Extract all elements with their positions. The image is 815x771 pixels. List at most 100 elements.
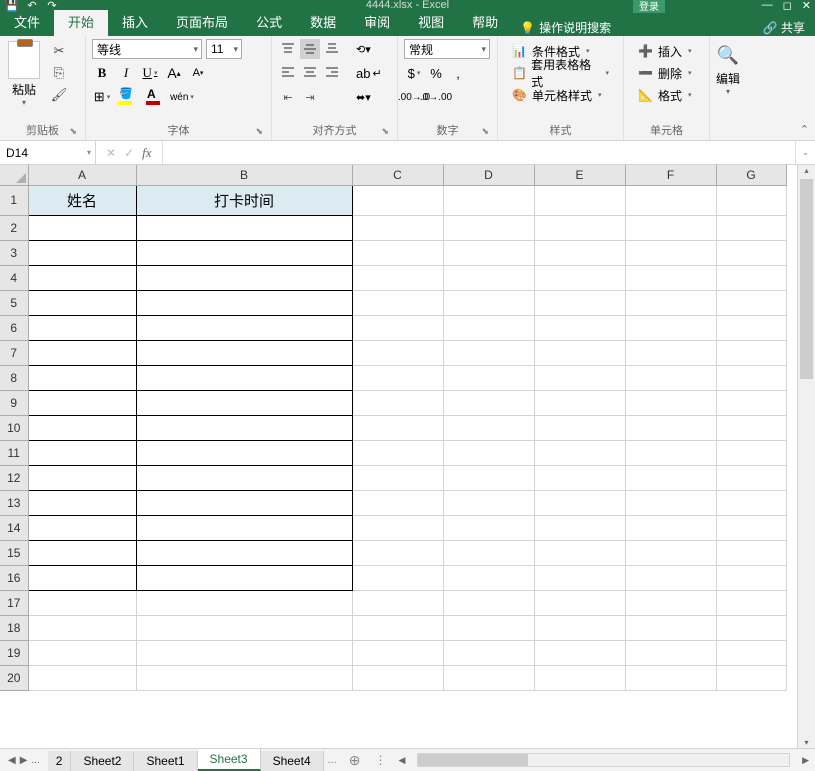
undo-icon[interactable]: ↶ <box>24 0 40 13</box>
orientation-button[interactable]: ⟲▾ <box>352 39 386 59</box>
cell-E5[interactable] <box>534 290 625 315</box>
cell-A7[interactable] <box>28 340 136 365</box>
vertical-scrollbar[interactable] <box>797 165 815 748</box>
cell-A16[interactable] <box>28 565 136 590</box>
cell-F10[interactable] <box>625 415 716 440</box>
cell-A6[interactable] <box>28 315 136 340</box>
cell-F12[interactable] <box>625 465 716 490</box>
cell-A14[interactable] <box>28 515 136 540</box>
decrease-font-button[interactable]: A▾ <box>188 63 208 83</box>
cell-B11[interactable] <box>136 440 352 465</box>
cell-E1[interactable] <box>534 185 625 215</box>
cell-C18[interactable] <box>352 615 443 640</box>
col-header-F[interactable]: F <box>625 165 716 185</box>
cell-G5[interactable] <box>716 290 786 315</box>
cell-F16[interactable] <box>625 565 716 590</box>
cell-C5[interactable] <box>352 290 443 315</box>
cell-A4[interactable] <box>28 265 136 290</box>
cell-F4[interactable] <box>625 265 716 290</box>
delete-cells-button[interactable]: ➖删除 <box>634 63 696 83</box>
cell-G14[interactable] <box>716 515 786 540</box>
cell-G8[interactable] <box>716 365 786 390</box>
copy-icon[interactable]: ⎘ <box>50 65 68 81</box>
cell-B18[interactable] <box>136 615 352 640</box>
cell-C3[interactable] <box>352 240 443 265</box>
maximize-icon[interactable]: ◻ <box>783 0 792 12</box>
cell-B9[interactable] <box>136 390 352 415</box>
border-button[interactable]: ⊞ <box>92 87 112 107</box>
row-header-17[interactable]: 17 <box>0 590 28 615</box>
cell-D19[interactable] <box>443 640 534 665</box>
cell-A10[interactable] <box>28 415 136 440</box>
cell-F15[interactable] <box>625 540 716 565</box>
row-header-6[interactable]: 6 <box>0 315 28 340</box>
row-header-20[interactable]: 20 <box>0 665 28 690</box>
cell-F2[interactable] <box>625 215 716 240</box>
cell-C1[interactable] <box>352 185 443 215</box>
font-size-combo[interactable]: 11 <box>206 39 242 59</box>
cell-G2[interactable] <box>716 215 786 240</box>
tab-data[interactable]: 数据 <box>296 8 350 36</box>
cell-C8[interactable] <box>352 365 443 390</box>
add-sheet-button[interactable]: ⊕ <box>341 752 369 769</box>
cell-E10[interactable] <box>534 415 625 440</box>
currency-button[interactable]: $ <box>404 63 424 83</box>
cell-D16[interactable] <box>443 565 534 590</box>
decrease-indent-button[interactable]: ⇤ <box>278 87 298 107</box>
cell-B7[interactable] <box>136 340 352 365</box>
cell-B8[interactable] <box>136 365 352 390</box>
cell-E12[interactable] <box>534 465 625 490</box>
cell-C15[interactable] <box>352 540 443 565</box>
row-header-5[interactable]: 5 <box>0 290 28 315</box>
cell-E9[interactable] <box>534 390 625 415</box>
redo-icon[interactable]: ↷ <box>44 0 60 13</box>
row-header-19[interactable]: 19 <box>0 640 28 665</box>
cell-A20[interactable] <box>28 665 136 690</box>
cell-A19[interactable] <box>28 640 136 665</box>
row-header-14[interactable]: 14 <box>0 515 28 540</box>
cell-B19[interactable] <box>136 640 352 665</box>
cell-A5[interactable] <box>28 290 136 315</box>
cell-G1[interactable] <box>716 185 786 215</box>
cell-A3[interactable] <box>28 240 136 265</box>
number-launcher[interactable]: ⬊ <box>481 126 489 137</box>
align-left-button[interactable] <box>278 63 298 83</box>
tab-view[interactable]: 视图 <box>404 8 458 36</box>
comma-button[interactable]: , <box>448 63 468 83</box>
phonetic-button[interactable]: wén <box>172 87 192 107</box>
cell-F3[interactable] <box>625 240 716 265</box>
col-header-D[interactable]: D <box>443 165 534 185</box>
cut-icon[interactable]: ✂ <box>50 43 68 59</box>
collapse-ribbon-icon[interactable]: ⌃ <box>800 123 809 136</box>
cell-G20[interactable] <box>716 665 786 690</box>
row-header-7[interactable]: 7 <box>0 340 28 365</box>
tab-insert[interactable]: 插入 <box>108 8 162 36</box>
format-painter-icon[interactable]: 🖌 <box>50 87 68 103</box>
cell-A18[interactable] <box>28 615 136 640</box>
cell-B13[interactable] <box>136 490 352 515</box>
horizontal-scrollbar[interactable] <box>417 753 790 767</box>
bold-button[interactable]: B <box>92 63 112 83</box>
col-header-A[interactable]: A <box>28 165 136 185</box>
cell-D10[interactable] <box>443 415 534 440</box>
cell-C14[interactable] <box>352 515 443 540</box>
cell-B15[interactable] <box>136 540 352 565</box>
cell-E8[interactable] <box>534 365 625 390</box>
close-icon[interactable]: ✕ <box>802 0 811 12</box>
fx-icon[interactable]: fx <box>142 145 151 161</box>
cell-A8[interactable] <box>28 365 136 390</box>
row-header-3[interactable]: 3 <box>0 240 28 265</box>
minimize-icon[interactable]: — <box>762 0 773 12</box>
cell-D1[interactable] <box>443 185 534 215</box>
cell-G18[interactable] <box>716 615 786 640</box>
cell-B4[interactable] <box>136 265 352 290</box>
enter-formula-icon[interactable]: ✓ <box>124 146 134 160</box>
sheet-tab-Sheet2[interactable]: Sheet2 <box>71 751 134 771</box>
cell-F14[interactable] <box>625 515 716 540</box>
cell-C20[interactable] <box>352 665 443 690</box>
cell-D7[interactable] <box>443 340 534 365</box>
cell-B17[interactable] <box>136 590 352 615</box>
cell-G6[interactable] <box>716 315 786 340</box>
cell-C9[interactable] <box>352 390 443 415</box>
cell-E2[interactable] <box>534 215 625 240</box>
